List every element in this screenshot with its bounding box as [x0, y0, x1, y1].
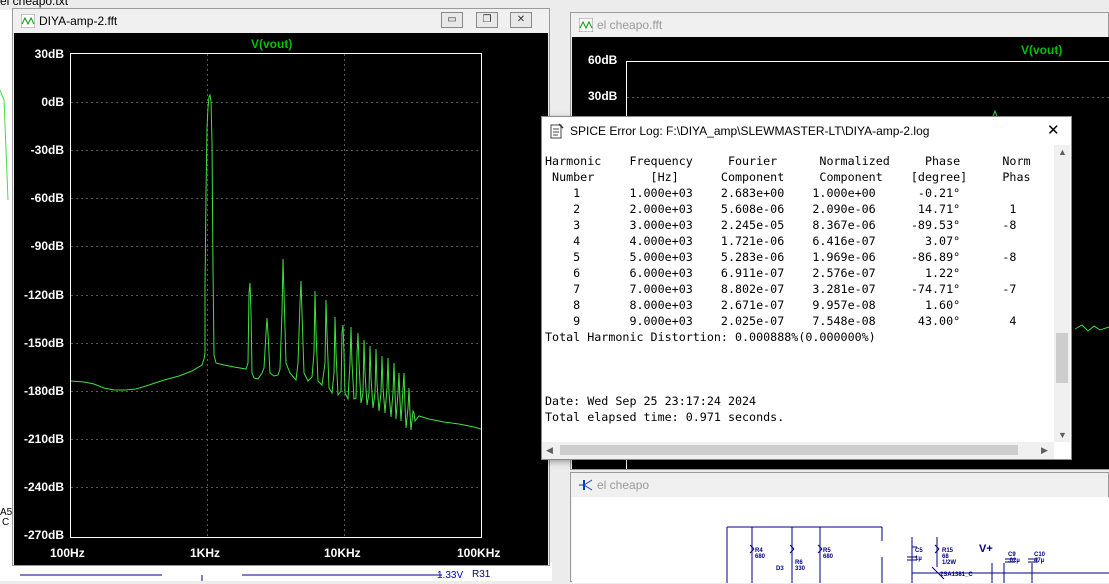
schematic-r31-voltage: 1.33V — [437, 570, 464, 581]
cheapo-fft-title: el cheapo.fft — [597, 18, 663, 32]
spice-error-log-dialog[interactable]: SPICE Error Log: F:\DIYA_amp\SLEWMASTER-… — [541, 116, 1072, 460]
log-blank-line — [545, 345, 1054, 361]
spice-log-icon — [550, 123, 564, 139]
log-blank-line — [545, 361, 1054, 377]
left-edge-fragment-c: C — [2, 517, 10, 528]
log-harmonic-row: 8 8.000e+03 2.671e-07 9.957e-08 1.60° — [545, 298, 961, 312]
log-harmonic-row: 1 1.000e+03 2.683e+00 1.000e+00 -0.21° — [545, 186, 961, 200]
log-harmonic-row: 7 7.000e+03 8.802e-07 3.281e-07 -74.71° … — [545, 282, 1017, 296]
schematic-label: 1/2W — [942, 560, 957, 566]
schematic-label: 47µ — [1034, 558, 1045, 564]
fft-plot-area[interactable]: V(vout) 30dB 0dB -30dB -60dB -90dB -120d… — [14, 33, 548, 565]
log-elapsed-line: Total elapsed time: 0.971 seconds. — [545, 410, 785, 424]
background-window-title: el cheapo.txt — [0, 0, 69, 8]
schematic-title: el cheapo — [597, 478, 650, 492]
log-blank-line — [545, 377, 1054, 393]
schematic-drawing — [726, 526, 1109, 583]
log-harmonic-row: 2 2.000e+03 5.608e-06 2.090e-06 14.71° 1 — [545, 202, 1017, 216]
restore-button[interactable]: ❐ — [476, 12, 498, 28]
schematic-window[interactable]: el cheapo R4 680 D3 R6 330 R5 680 C5 1µ … — [570, 472, 1109, 583]
minimize-button[interactable]: ▭ — [441, 12, 463, 28]
log-harmonic-row: 6 6.000e+03 6.911e-07 2.576e-07 1.22° — [545, 266, 961, 280]
close-button[interactable]: ✕ — [1047, 121, 1060, 139]
fft-window-titlebar[interactable]: DIYA-amp-2.fft ▭ ❐ ✕ — [13, 9, 549, 33]
cheapo-fft-titlebar[interactable]: el cheapo.fft — [571, 13, 1108, 37]
fft-spectrum-plot — [70, 53, 482, 538]
log-header-line: Harmonic Frequency Fourier Normalized Ph… — [545, 154, 1031, 168]
schematic-label: 1µ — [915, 556, 922, 562]
log-harmonic-row: 5 5.000e+03 5.283e-06 1.969e-06 -86.89° … — [545, 250, 1017, 264]
schematic-label: 330 — [795, 566, 806, 572]
waveform-icon — [579, 18, 593, 32]
fft-trace — [70, 93, 482, 431]
scroll-right-arrow[interactable]: ▶ — [1041, 445, 1048, 456]
log-header-line: Number [Hz] Component Component [degree]… — [545, 170, 1031, 184]
horizontal-scrollbar[interactable]: ◀ ▶ — [542, 442, 1054, 459]
close-button[interactable]: ✕ — [510, 12, 532, 28]
log-harmonic-row: 9 9.000e+03 2.025e-07 7.548e-08 43.00° 4 — [545, 314, 1017, 328]
fft-window-title: DIYA-amp-2.fft — [39, 14, 118, 28]
log-harmonic-row: 4 4.000e+03 1.721e-06 6.416e-07 3.07° — [545, 234, 961, 248]
dialog-titlebar[interactable]: SPICE Error Log: F:\DIYA_amp\SLEWMASTER-… — [542, 117, 1071, 145]
schematic-label: 2SA1381_C — [940, 572, 973, 578]
left-edge-trace — [0, 89, 9, 201]
log-date-line: Date: Wed Sep 25 23:17:24 2024 — [545, 394, 757, 408]
log-thd-line: Total Harmonic Distortion: 0.000888%(0.0… — [545, 330, 876, 344]
dialog-title: SPICE Error Log: F:\DIYA_amp\SLEWMASTER-… — [570, 124, 930, 138]
log-harmonic-row: 3 3.000e+03 2.245e-05 8.367e-06 -89.53° … — [545, 218, 1017, 232]
schematic-label: 680 — [755, 554, 766, 560]
waveform-icon — [21, 14, 35, 28]
schematic-label: D3 — [776, 566, 784, 572]
plot-frame-and-grid — [70, 53, 482, 538]
log-text-area[interactable]: Harmonic Frequency Fourier Normalized Ph… — [545, 153, 1054, 443]
scroll-left-arrow[interactable]: ◀ — [546, 445, 553, 456]
transistor-icon — [579, 479, 593, 491]
schematic-label: .02µ — [1008, 558, 1020, 564]
vertical-scrollbar[interactable]: ▲ ▼ — [1054, 145, 1070, 442]
schematic-canvas[interactable]: R4 680 D3 R6 330 R5 680 C5 1µ R15 68 1/2… — [572, 497, 1109, 583]
scroll-down-arrow[interactable]: ▼ — [1058, 430, 1067, 440]
schematic-r31-label: R31 — [472, 569, 491, 580]
scroll-up-arrow[interactable]: ▲ — [1058, 147, 1067, 157]
schematic-label: C5 — [915, 548, 923, 554]
vertical-scroll-thumb[interactable] — [1056, 333, 1068, 383]
fft-window[interactable]: DIYA-amp-2.fft ▭ ❐ ✕ V(vout) 30dB 0dB -3… — [12, 8, 550, 566]
schematic-label: 680 — [823, 554, 834, 560]
schematic-net-label: V+ — [979, 543, 993, 555]
horizontal-scroll-thumb[interactable] — [560, 445, 1018, 455]
schematic-titlebar[interactable]: el cheapo — [571, 473, 1108, 497]
